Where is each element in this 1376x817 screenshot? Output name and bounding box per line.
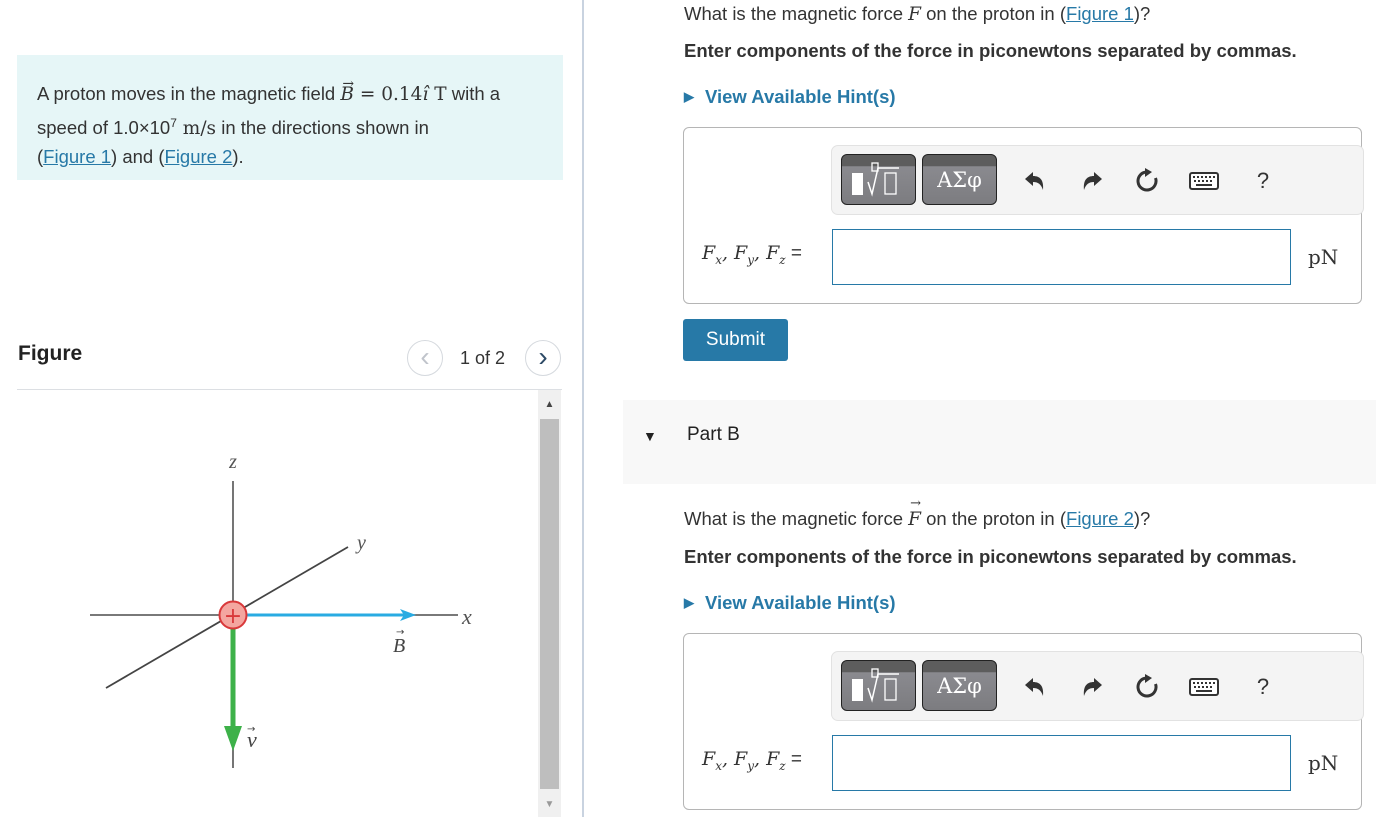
previous-figure-button[interactable]: ‹	[407, 340, 443, 376]
question-text: )?	[1133, 508, 1151, 529]
part-b-hint-toggle[interactable]: ▶ View Available Hint(s)	[684, 592, 896, 614]
b-vector-symbol: → B	[340, 76, 355, 105]
reset-icon[interactable]	[1131, 672, 1163, 702]
math-toolbar: ΑΣφ ?	[831, 145, 1364, 215]
intro-text: A proton moves in the magnetic field	[37, 83, 341, 104]
undo-icon[interactable]	[1019, 166, 1051, 196]
b-vector-label-arrow: →	[396, 627, 404, 638]
x-axis-label: x	[461, 604, 472, 629]
scroll-thumb[interactable]	[540, 419, 559, 789]
part-a-hint-toggle[interactable]: ▶ View Available Hint(s)	[684, 86, 896, 108]
symbols-button[interactable]: ΑΣφ	[922, 660, 997, 711]
question-text: on the proton in (	[921, 508, 1067, 529]
figure-scrollbar[interactable]: ▲ ▼	[538, 390, 561, 817]
scroll-up-arrow-icon[interactable]: ▲	[538, 390, 561, 418]
next-figure-button[interactable]: ›	[525, 340, 561, 376]
part-b-instruction: Enter components of the force in piconew…	[684, 546, 1297, 567]
charge-plus-sign: +	[224, 604, 242, 629]
symbols-button[interactable]: ΑΣφ	[922, 154, 997, 205]
part-a-question: What is the magnetic force F on the prot…	[684, 3, 1150, 25]
caret-down-icon: ▼	[643, 428, 657, 444]
and-text: ) and (	[111, 146, 165, 168]
speed-exponent: 7	[170, 116, 177, 130]
part-a-answer-input[interactable]	[832, 229, 1291, 285]
templates-button[interactable]	[841, 660, 916, 711]
figure-1-link[interactable]: Figure 1	[43, 146, 111, 167]
chevron-right-icon: ›	[538, 340, 548, 372]
y-axis-label: y	[355, 532, 366, 554]
speed-unit: m/s	[176, 118, 217, 140]
z-axis-label: z	[228, 451, 237, 473]
question-text: on the proton in (	[921, 3, 1067, 24]
part-a-figure-link[interactable]: Figure 1	[1066, 3, 1134, 24]
b-vector-label: B	[393, 635, 405, 657]
undo-icon[interactable]	[1019, 672, 1051, 702]
v-vector-label-arrow: →	[247, 724, 255, 735]
part-b-answer-box: ΑΣφ ? Fx, Fy, Fz = pN	[683, 633, 1364, 810]
math-toolbar: ΑΣφ ?	[831, 651, 1364, 721]
chevron-left-icon: ‹	[420, 340, 430, 372]
v-arrowhead	[224, 726, 242, 751]
question-text: What is the magnetic force	[684, 508, 909, 529]
tesla-unit: T	[428, 84, 447, 105]
hint-label: View Available Hint(s)	[705, 86, 896, 107]
part-a-instruction: Enter components of the force in piconew…	[684, 40, 1297, 61]
templates-icon	[851, 161, 899, 197]
part-b-question: What is the magnetic force → F on the pro…	[684, 496, 1151, 530]
unit-label: pN	[1308, 245, 1339, 269]
part-a-answer-box: ΑΣφ ? Fx, Fy, Fz = pN	[683, 127, 1364, 304]
redo-icon[interactable]	[1076, 672, 1108, 702]
answer-label: Fx, Fy, Fz =	[702, 748, 802, 773]
pane-divider	[582, 0, 584, 817]
figure-page-indicator: 1 of 2	[460, 348, 506, 368]
caret-right-icon: ▶	[684, 595, 694, 610]
keyboard-icon[interactable]	[1188, 672, 1220, 702]
unit-label: pN	[1308, 751, 1339, 775]
figure-divider	[17, 389, 562, 390]
b-value: = 0.14	[353, 84, 423, 105]
submit-button[interactable]: Submit	[683, 319, 788, 361]
templates-icon	[851, 667, 899, 703]
scroll-down-arrow-icon[interactable]: ▼	[538, 791, 561, 817]
figure-diagram: + z y x B → v →	[90, 451, 472, 768]
help-button[interactable]: ?	[1247, 672, 1279, 702]
part-b-figure-link[interactable]: Figure 2	[1066, 508, 1134, 529]
paren: ).	[232, 146, 244, 168]
keyboard-icon[interactable]	[1188, 166, 1220, 196]
intro-text-end: in the directions shown in	[216, 117, 429, 139]
problem-intro: A proton moves in the magnetic field → B …	[17, 55, 563, 180]
help-button[interactable]: ?	[1247, 166, 1279, 196]
templates-button[interactable]	[841, 154, 916, 205]
reset-icon[interactable]	[1131, 166, 1163, 196]
part-b-answer-input[interactable]	[832, 735, 1291, 791]
question-text: )?	[1133, 3, 1151, 24]
force-vector-symbol: → F	[908, 496, 922, 530]
figure-title: Figure	[18, 342, 83, 365]
redo-icon[interactable]	[1076, 166, 1108, 196]
caret-right-icon: ▶	[684, 89, 694, 104]
answer-label: Fx, Fy, Fz =	[702, 242, 802, 267]
part-b-header[interactable]: ▼ Part B	[623, 400, 1376, 484]
question-text: What is the magnetic force	[684, 3, 909, 24]
force-symbol: F	[908, 4, 921, 25]
part-b-title: Part B	[687, 424, 740, 445]
hint-label: View Available Hint(s)	[705, 592, 896, 613]
figure-2-link[interactable]: Figure 2	[165, 146, 233, 167]
